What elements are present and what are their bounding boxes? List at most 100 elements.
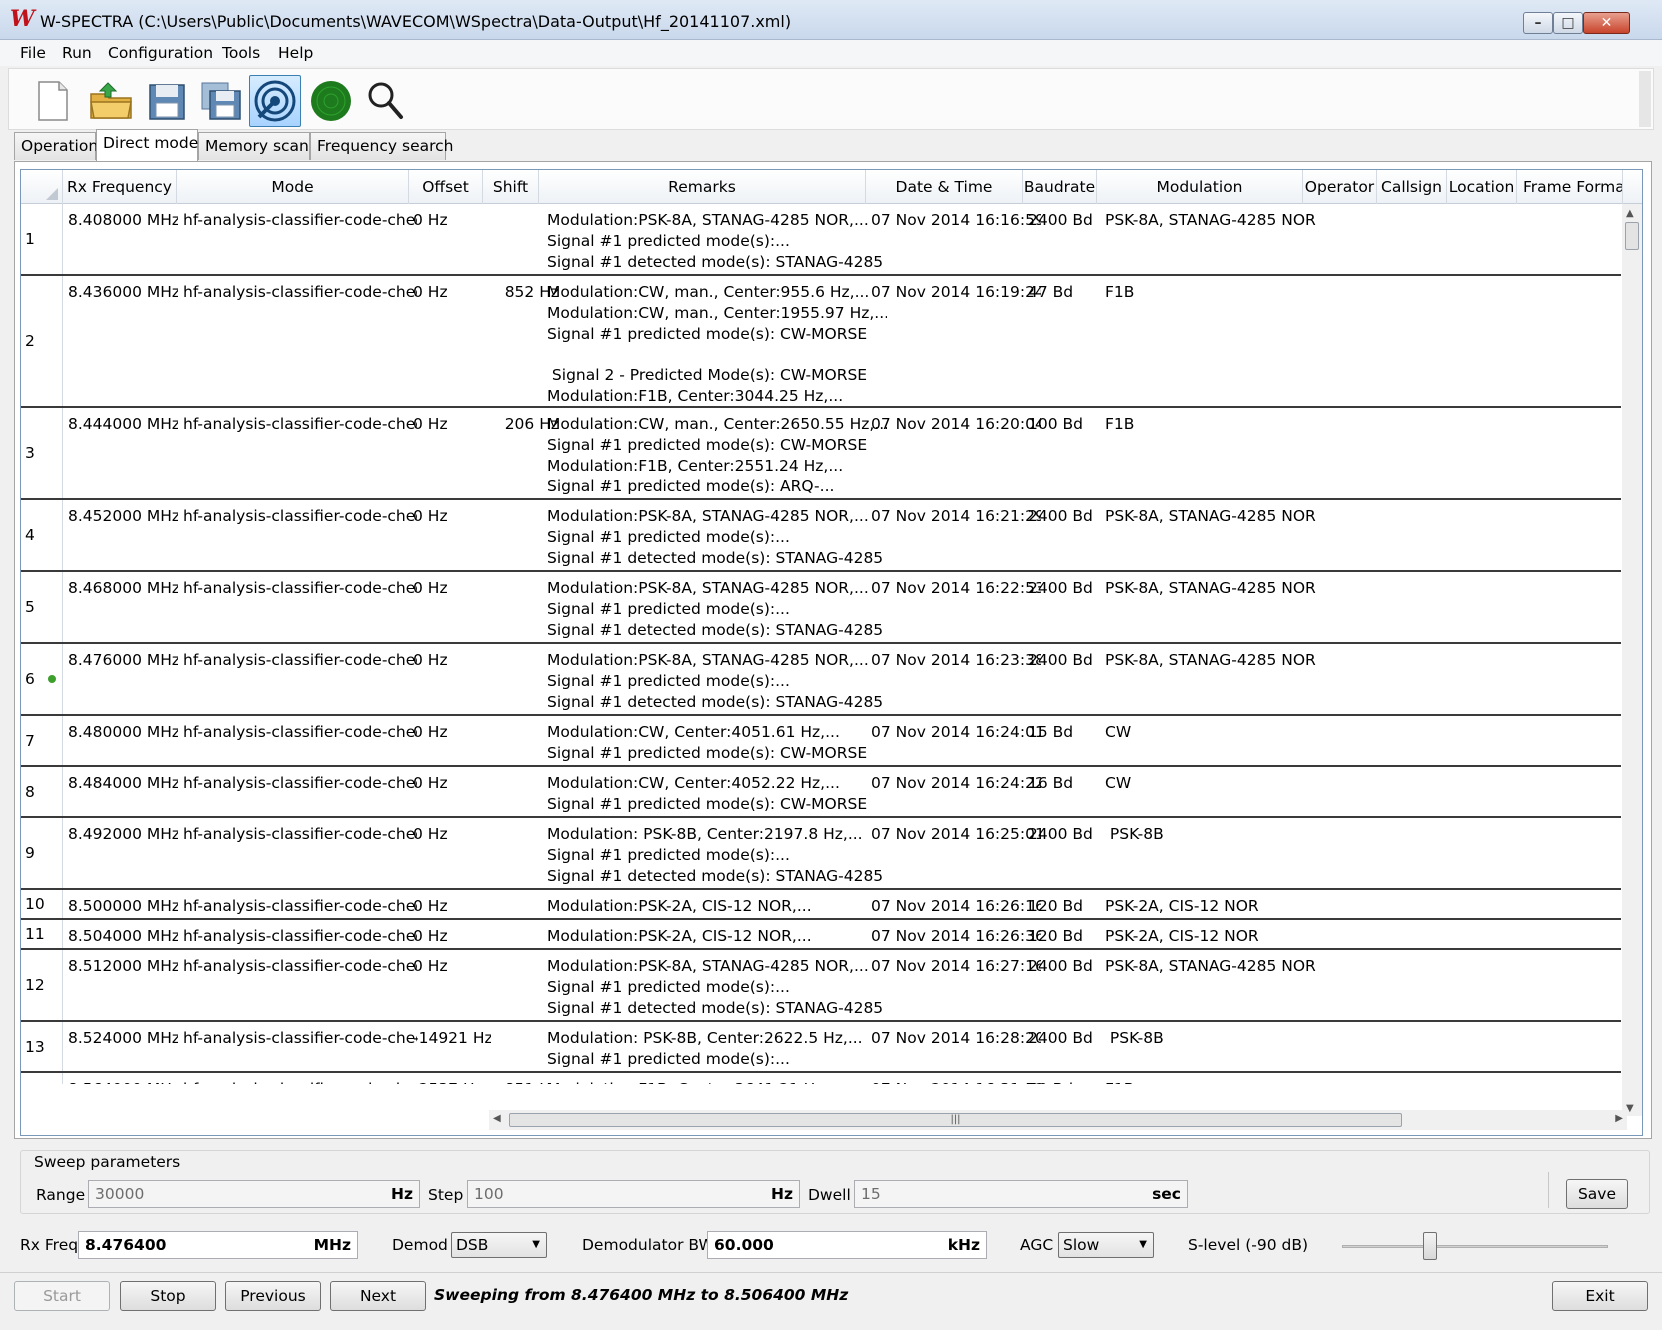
tab-frequency-search[interactable]: Frequency search bbox=[310, 132, 454, 160]
horizontal-scroll-thumb[interactable]: ||| bbox=[509, 1113, 1402, 1127]
col-modulation[interactable]: Modulation bbox=[1097, 170, 1303, 204]
save-sweep-button[interactable]: Save bbox=[1566, 1179, 1628, 1209]
grid-vertical-scrollbar[interactable]: ▲ ▼ bbox=[1622, 204, 1642, 1116]
col-callsign[interactable]: Callsign bbox=[1377, 170, 1447, 204]
radar-button[interactable] bbox=[305, 75, 357, 127]
row-header[interactable]: 6 bbox=[21, 644, 63, 714]
s-level-slider-thumb[interactable] bbox=[1423, 1232, 1437, 1260]
table-row[interactable]: 5 8.468000 MHz hf-analysis-classifier-code… bbox=[21, 572, 1621, 644]
save-button[interactable] bbox=[141, 75, 193, 127]
results-grid[interactable]: Rx Frequency Mode Offset Shift Remarks D… bbox=[20, 169, 1643, 1136]
cell-baudrate: 15 Bd bbox=[1028, 723, 1074, 741]
col-remarks[interactable]: Remarks bbox=[539, 170, 866, 204]
open-button[interactable] bbox=[85, 75, 137, 127]
s-level-slider-track[interactable] bbox=[1342, 1245, 1608, 1248]
scroll-up-icon[interactable]: ▲ bbox=[1626, 208, 1634, 219]
table-row[interactable]: 11 8.504000 MHz hf-analysis-classifier-cod… bbox=[21, 920, 1621, 950]
col-location[interactable]: Location bbox=[1447, 170, 1517, 204]
scroll-down-icon[interactable]: ▼ bbox=[1626, 1103, 1634, 1114]
row-header[interactable]: 8 bbox=[21, 767, 63, 816]
row-header[interactable]: 3 bbox=[21, 408, 63, 498]
col-baudrate[interactable]: Baudrate bbox=[1023, 170, 1097, 204]
step-field[interactable]: 100 Hz bbox=[467, 1180, 800, 1208]
cell-rx-frequency: 8.500000 MHz bbox=[68, 897, 178, 915]
dwell-value: 15 bbox=[861, 1185, 881, 1203]
col-offset[interactable]: Offset bbox=[409, 170, 483, 204]
cell-remarks: Modulation:PSK-2A, CIS-12 NOR,... bbox=[547, 927, 812, 945]
menu-help[interactable]: Help bbox=[278, 44, 313, 62]
menu-file[interactable]: File bbox=[20, 44, 46, 62]
table-row[interactable]: 12 8.512000 MHz hf-analysis-classifier-cod… bbox=[21, 950, 1621, 1022]
demod-select[interactable]: DSB ▼ bbox=[451, 1232, 547, 1258]
search-button[interactable] bbox=[359, 75, 411, 127]
dwell-field[interactable]: 15 sec bbox=[854, 1180, 1188, 1208]
col-mode[interactable]: Mode bbox=[177, 170, 409, 204]
close-button[interactable]: ✕ bbox=[1583, 12, 1630, 34]
row-header[interactable]: 4 bbox=[21, 500, 63, 570]
row-header[interactable]: 11 bbox=[21, 920, 63, 948]
new-file-button[interactable] bbox=[27, 75, 79, 127]
select-all-corner[interactable] bbox=[21, 170, 63, 204]
table-row[interactable]: 3 8.444000 MHz hf-analysis-classifier-code… bbox=[21, 408, 1621, 500]
cell-modulation: CW bbox=[1105, 723, 1132, 741]
exit-button[interactable]: Exit bbox=[1552, 1281, 1648, 1311]
rx-freq-field[interactable]: 8.476400 MHz bbox=[78, 1231, 358, 1259]
row-header[interactable]: 12 bbox=[21, 950, 63, 1020]
cell-mode: hf-analysis-classifier-code-check bbox=[183, 1029, 417, 1047]
vertical-scroll-thumb[interactable] bbox=[1625, 222, 1639, 250]
cell-rx-frequency: 8.444000 MHz bbox=[68, 415, 178, 433]
s-level-label: S-level (-90 dB) bbox=[1188, 1236, 1309, 1254]
scroll-right-icon[interactable]: ▶ bbox=[1615, 1113, 1623, 1124]
table-row[interactable]: 6 8.476000 MHz hf-analysis-classifier-code… bbox=[21, 644, 1621, 716]
row-header[interactable]: 14 bbox=[21, 1073, 63, 1084]
scroll-left-icon[interactable]: ◀ bbox=[493, 1113, 501, 1124]
table-row[interactable]: 7 8.480000 MHz hf-analysis-classifier-code… bbox=[21, 716, 1621, 767]
row-header[interactable]: 7 bbox=[21, 716, 63, 765]
row-header[interactable]: 9 bbox=[21, 818, 63, 888]
row-header[interactable]: 1 bbox=[21, 204, 63, 274]
row-header[interactable]: 13 bbox=[21, 1022, 63, 1071]
agc-select[interactable]: Slow ▼ bbox=[1058, 1232, 1154, 1258]
start-button[interactable]: Start bbox=[14, 1281, 110, 1311]
tab-memory-scan[interactable]: Memory scan bbox=[198, 132, 310, 160]
cell-remarks: Modulation:PSK-8A, STANAG-4285 NOR,... S… bbox=[547, 507, 884, 567]
table-row[interactable]: 4 8.452000 MHz hf-analysis-classifier-code… bbox=[21, 500, 1621, 572]
col-operator[interactable]: Operator bbox=[1303, 170, 1377, 204]
row-header[interactable]: 2 bbox=[21, 276, 63, 406]
table-row[interactable]: 10 8.500000 MHz hf-analysis-classifier-cod… bbox=[21, 890, 1621, 920]
table-row[interactable]: 14 8.564000 MHz hf-analysis-classifier-cod… bbox=[21, 1073, 1621, 1084]
tab-operation[interactable]: Operation bbox=[14, 132, 98, 160]
cell-offset: 0 Hz bbox=[413, 825, 448, 843]
tab-direct-mode[interactable]: Direct mode bbox=[96, 129, 198, 161]
cell-date-time: 07 Nov 2014 16:24:22 bbox=[871, 774, 1041, 792]
row-number: 1 bbox=[25, 230, 35, 248]
save-as-button[interactable] bbox=[195, 75, 247, 127]
toolbar-scrollbar[interactable] bbox=[1639, 71, 1651, 127]
next-button[interactable]: Next bbox=[330, 1281, 426, 1311]
stop-button[interactable]: Stop bbox=[120, 1281, 216, 1311]
cell-offset: 0 Hz bbox=[413, 211, 448, 229]
col-date-time[interactable]: Date & Time bbox=[866, 170, 1023, 204]
cell-baudrate: 2400 Bd bbox=[1028, 507, 1093, 525]
table-row[interactable]: 9 8.492000 MHz hf-analysis-classifier-code… bbox=[21, 818, 1621, 890]
menu-run[interactable]: Run bbox=[62, 44, 92, 62]
grid-horizontal-scrollbar[interactable]: ◀ ||| ▶ bbox=[489, 1110, 1627, 1130]
table-row[interactable]: 13 8.524000 MHz hf-analysis-classifier-cod… bbox=[21, 1022, 1621, 1073]
col-frame-format[interactable]: Frame Format bbox=[1517, 170, 1623, 204]
table-row[interactable]: 1 8.408000 MHz hf-analysis-classifier-code… bbox=[21, 204, 1621, 276]
minimize-button[interactable]: – bbox=[1523, 12, 1553, 34]
sweep-scan-button[interactable] bbox=[249, 75, 301, 127]
col-rx-frequency[interactable]: Rx Frequency bbox=[63, 170, 177, 204]
table-row[interactable]: 2 8.436000 MHz hf-analysis-classifier-code… bbox=[21, 276, 1621, 408]
range-field[interactable]: 30000 Hz bbox=[88, 1180, 420, 1208]
cell-modulation: PSK-2A, CIS-12 NOR bbox=[1105, 927, 1259, 945]
demod-bw-field[interactable]: 60.000 kHz bbox=[707, 1231, 987, 1259]
row-header[interactable]: 10 bbox=[21, 890, 63, 918]
menu-tools[interactable]: Tools bbox=[222, 44, 260, 62]
maximize-button[interactable]: □ bbox=[1553, 12, 1583, 34]
table-row[interactable]: 8 8.484000 MHz hf-analysis-classifier-code… bbox=[21, 767, 1621, 818]
col-shift[interactable]: Shift bbox=[483, 170, 539, 204]
menu-configuration[interactable]: Configuration bbox=[108, 44, 213, 62]
previous-button[interactable]: Previous bbox=[225, 1281, 321, 1311]
row-header[interactable]: 5 bbox=[21, 572, 63, 642]
